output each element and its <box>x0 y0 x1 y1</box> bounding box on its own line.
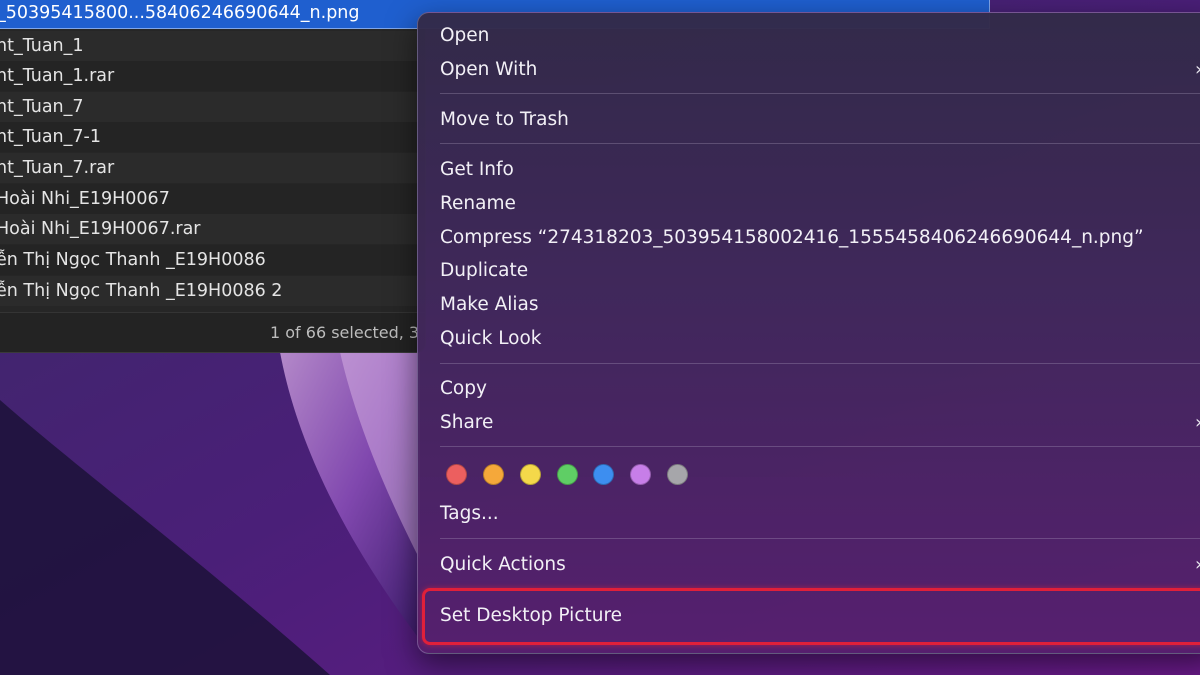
menu-item-rename[interactable]: Rename <box>440 189 516 219</box>
list-item[interactable]: nt_Tuan_7.rar <box>0 153 425 183</box>
menu-separator <box>440 446 1200 447</box>
tag-blue-icon[interactable] <box>593 464 614 485</box>
menu-item-copy[interactable]: Copy <box>440 374 487 404</box>
list-item[interactable]: Hoài Nhi_E19H0067 <box>0 184 425 214</box>
menu-separator <box>440 143 1200 144</box>
file-name: ễn Thị Ngọc Thanh _E19H0086 <box>0 250 266 270</box>
selected-file-name: _50395415800...58406246690644_n.png <box>0 3 360 23</box>
chevron-right-icon: › <box>1195 408 1200 438</box>
file-name: Hoài Nhi_E19H0067 <box>0 189 170 209</box>
menu-separator <box>440 538 1200 539</box>
menu-separator <box>440 93 1200 94</box>
tag-green-icon[interactable] <box>557 464 578 485</box>
file-name: ễn Thị Ngọc Thanh _E19H0086 2 <box>0 281 283 301</box>
menu-item-tags[interactable]: Tags... <box>440 499 499 529</box>
file-name: nt_Tuan_1.rar <box>0 66 115 86</box>
menu-item-make-alias[interactable]: Make Alias <box>440 290 539 320</box>
highlight-outline <box>422 588 1200 645</box>
list-item[interactable]: nt_Tuan_7 <box>0 92 425 122</box>
context-menu: Open Open With › Move to Trash Get Info … <box>417 12 1200 654</box>
menu-item-open-with[interactable]: Open With <box>440 55 537 85</box>
finder-file-list: nt_Tuan_1 nt_Tuan_1.rar nt_Tuan_7 nt_Tua… <box>0 0 426 353</box>
tag-yellow-icon[interactable] <box>520 464 541 485</box>
menu-item-get-info[interactable]: Get Info <box>440 155 514 185</box>
menu-item-move-to-trash[interactable]: Move to Trash <box>440 105 569 135</box>
menu-item-compress[interactable]: Compress “274318203_503954158002416_1555… <box>440 223 1144 253</box>
list-item[interactable]: nt_Tuan_1 <box>0 31 425 61</box>
chevron-right-icon: › <box>1195 55 1200 85</box>
list-item[interactable]: nt_Tuan_1.rar <box>0 61 425 91</box>
chevron-right-icon: › <box>1195 550 1200 580</box>
list-item[interactable]: ễn Thị Ngọc Thanh _E19H0086 <box>0 245 425 275</box>
selection-status: 1 of 66 selected, 3 <box>270 323 420 342</box>
menu-item-share[interactable]: Share <box>440 408 493 438</box>
list-item[interactable]: nt_Tuan_7-1 <box>0 122 425 152</box>
list-item[interactable]: ễn Thị Ngọc Thanh _E19H0086 2 <box>0 276 425 306</box>
menu-separator <box>440 363 1200 364</box>
menu-item-quick-look[interactable]: Quick Look <box>440 324 542 354</box>
menu-item-duplicate[interactable]: Duplicate <box>440 256 528 286</box>
menu-item-quick-actions[interactable]: Quick Actions <box>440 550 566 580</box>
file-name: nt_Tuan_7-1 <box>0 127 101 147</box>
tag-purple-icon[interactable] <box>630 464 651 485</box>
menu-item-open[interactable]: Open <box>440 21 489 51</box>
file-name: nt_Tuan_7.rar <box>0 158 115 178</box>
file-name: nt_Tuan_7 <box>0 97 84 117</box>
tag-red-icon[interactable] <box>446 464 467 485</box>
finder-status-bar: 1 of 66 selected, 3 <box>0 312 425 352</box>
file-name: nt_Tuan_1 <box>0 36 84 56</box>
tag-orange-icon[interactable] <box>483 464 504 485</box>
list-item[interactable]: Hoài Nhi_E19H0067.rar <box>0 214 425 244</box>
tag-gray-icon[interactable] <box>667 464 688 485</box>
file-name: Hoài Nhi_E19H0067.rar <box>0 219 201 239</box>
